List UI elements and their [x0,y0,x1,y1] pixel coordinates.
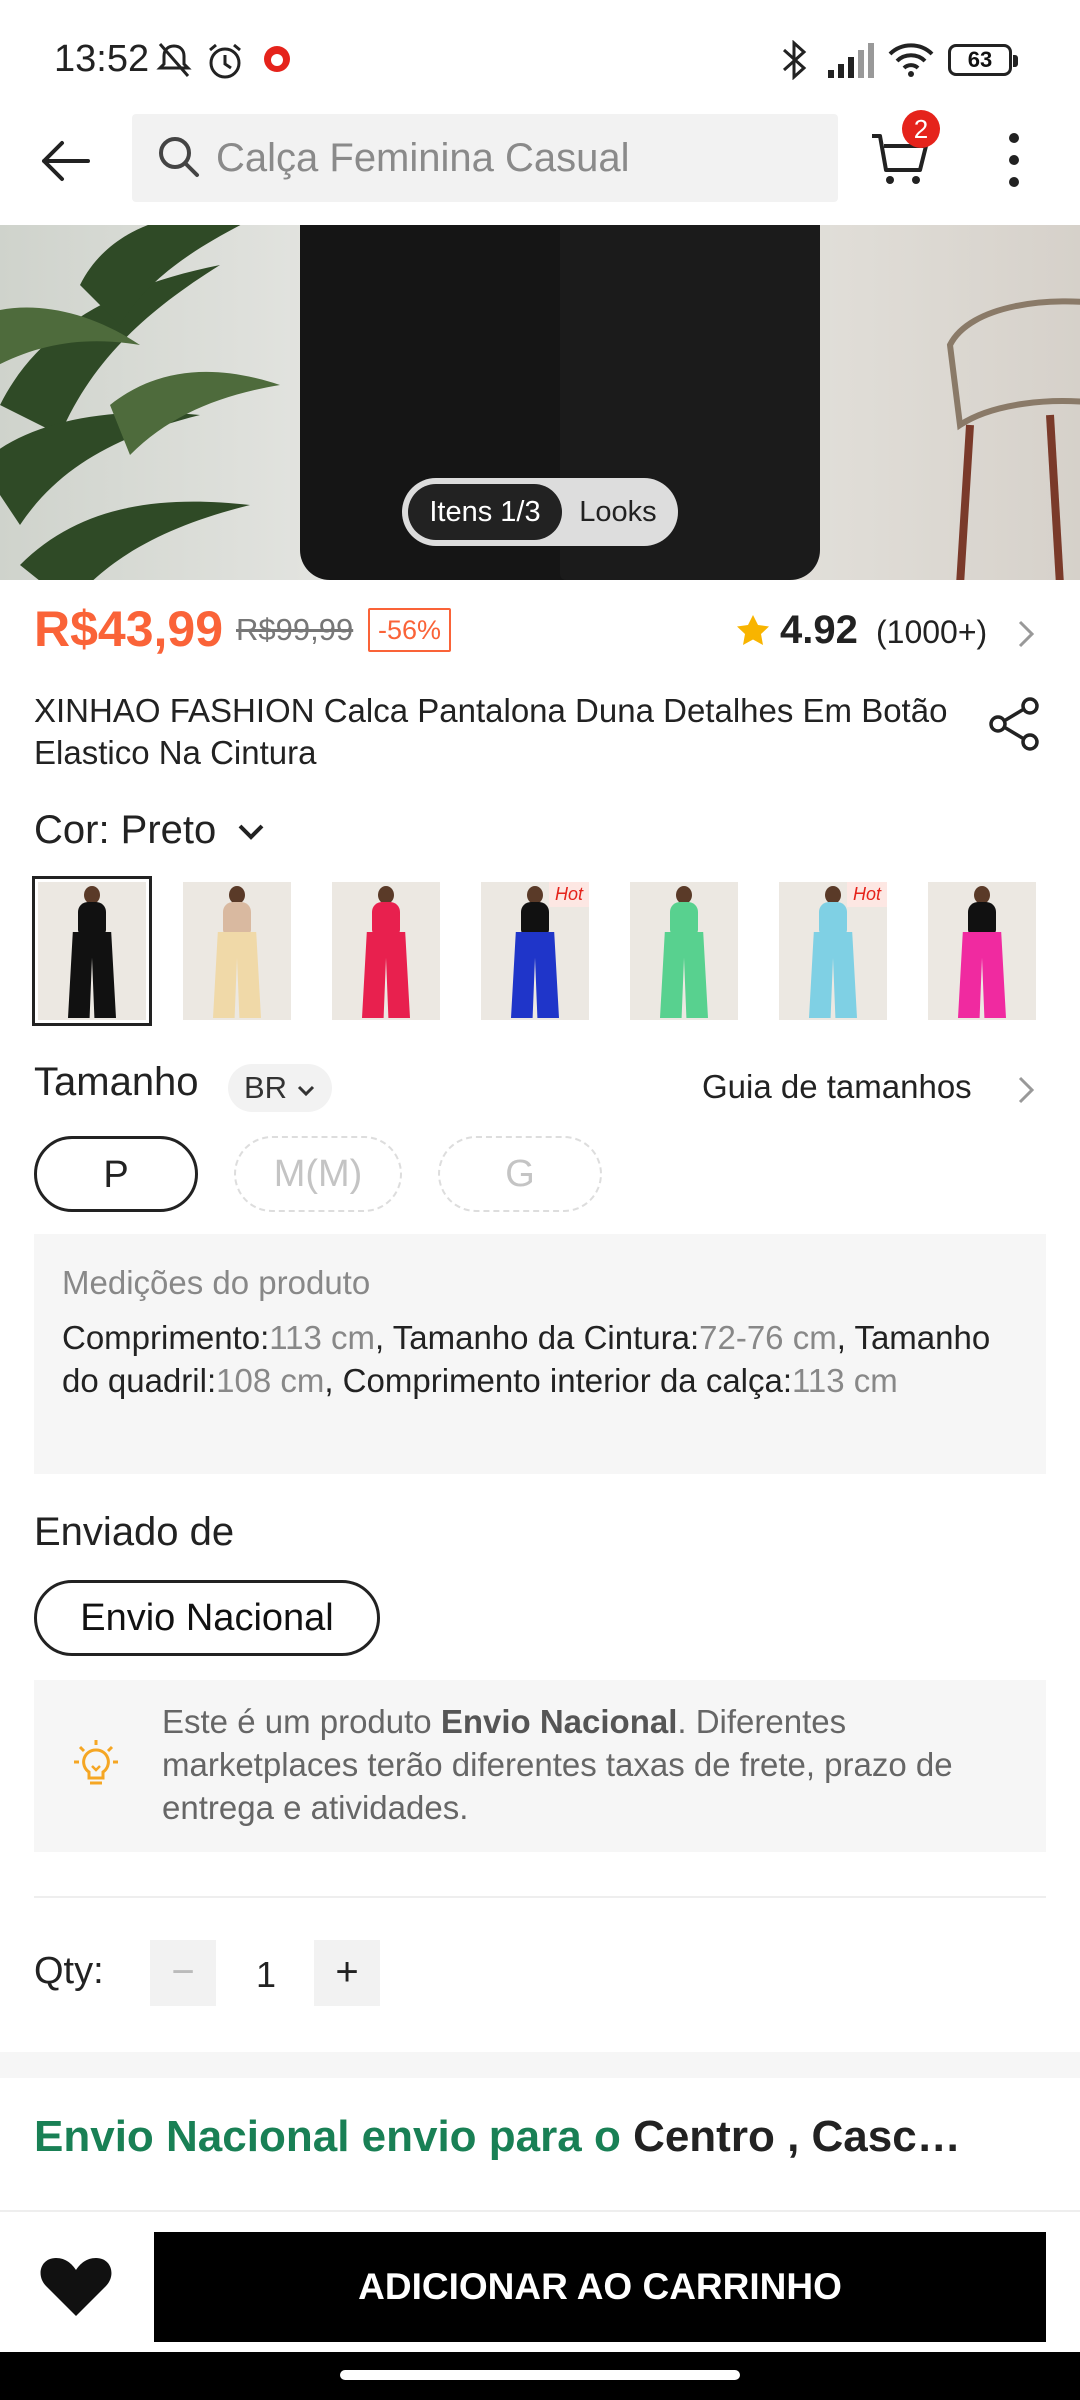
quantity-decrease-button[interactable]: − [150,1940,216,2006]
swatch-figure-pants [213,932,261,1018]
chevron-right-icon[interactable] [1014,1074,1038,1106]
divider [34,1896,1046,1898]
app-notification-icon [264,46,290,72]
swatch-figure-top [223,902,251,934]
shipping-notice: Este é um produto Envio Nacional. Difere… [34,1680,1046,1852]
search-icon [159,137,199,177]
hot-badge: Hot [846,882,887,907]
measure-label: Tamanho da Cintura: [392,1319,700,1356]
swatch-figure-top [521,902,549,934]
color-swatch[interactable] [32,876,152,1026]
hot-badge: Hot [548,882,589,907]
shipping-destination-address: Centro , Casc… [633,2112,961,2161]
rating-count[interactable]: (1000+) [876,614,987,651]
swatch-figure-top [968,902,996,934]
color-swatch[interactable] [630,882,738,1020]
swatch-figure-pants [660,932,708,1018]
color-swatch-list: Hot Hot [32,876,1080,1026]
color-swatch[interactable] [332,882,440,1020]
lightbulb-icon [74,1740,118,1785]
size-option-g[interactable]: G [438,1136,602,1212]
measure-value: 113 cm [792,1362,898,1399]
discount-badge: -56% [368,608,452,652]
swatch-figure-top [78,902,106,934]
product-title: XINHAO FASHION Calca Pantalona Duna Deta… [34,692,948,771]
shipping-destination[interactable]: Envio Nacional envio para o Centro , Cas… [34,2112,961,2162]
more-options-icon[interactable] [996,128,1032,192]
swatch-figure-top [819,902,847,934]
system-nav-bar [0,2352,1080,2400]
back-arrow-icon[interactable] [36,132,94,190]
wifi-icon [888,43,934,77]
quantity-value[interactable]: 1 [236,1954,296,1996]
shipping-destination-green: Envio Nacional envio para o [34,2112,634,2161]
home-gesture-bar[interactable] [340,2370,740,2380]
status-bar: 13:52 63 [0,0,1080,110]
quantity-increase-button[interactable]: + [314,1940,380,2006]
bell-off-icon [156,43,192,77]
measure-value: 108 cm [216,1362,325,1399]
size-region-dropdown[interactable]: BR [228,1064,332,1112]
swatch-figure-pants [958,932,1006,1018]
chevron-down-icon[interactable] [236,822,266,842]
measure-value: 72-76 cm [699,1319,837,1356]
color-swatch[interactable]: Hot [779,882,887,1020]
size-region-value: BR [244,1070,288,1105]
swatch-figure-pants [68,932,116,1018]
swatch-figure-pants [809,932,857,1018]
size-label: Tamanho [34,1060,199,1104]
swatch-figure-top [670,902,698,934]
size-option-p[interactable]: P [34,1136,198,1212]
measure-label: Comprimento interior da calça: [342,1362,793,1399]
tab-items[interactable]: Itens 1/3 [408,484,562,540]
gallery-mode-toggle: Itens 1/3 Looks [402,478,678,546]
section-gap [0,2052,1080,2078]
shipping-option-button[interactable]: Envio Nacional [34,1580,380,1656]
chair-decoration [946,298,1080,580]
size-guide-link[interactable]: Guia de tamanhos [702,1068,972,1106]
swatch-figure-pants [511,932,559,1018]
share-icon[interactable] [984,694,1044,754]
sale-price: R$43,99 [34,601,224,657]
bluetooth-icon [782,40,807,80]
measure-label: Comprimento: [62,1319,270,1356]
search-placeholder: Calça Feminina Casual [216,136,630,180]
bottom-action-bar: ADICIONAR AO CARRINHO [0,2210,1080,2350]
tab-looks[interactable]: Looks [564,484,672,540]
notice-bold: Envio Nacional [440,1703,678,1740]
size-option-m[interactable]: M(M) [234,1136,402,1212]
quantity-label: Qty: [34,1950,104,1992]
original-price: R$99,99 [236,612,354,647]
notice-prefix: Este é um produto [162,1703,441,1740]
measure-value: 113 cm [269,1319,376,1356]
rating-value[interactable]: 4.92 [780,608,858,653]
color-selector-label[interactable]: Cor: Preto [34,808,216,853]
signal-icon [828,43,874,78]
status-time: 13:52 [54,38,150,80]
shipped-from-label: Enviado de [34,1510,235,1554]
swatch-figure-top [372,902,400,934]
swatch-figure-pants [362,932,410,1018]
measurements-heading: Medições do produto [62,1264,371,1301]
color-swatch[interactable] [928,882,1036,1020]
heart-icon[interactable] [38,2254,114,2320]
chevron-down-icon [297,1085,314,1097]
search-input[interactable]: Calça Feminina Casual [132,114,838,202]
chevron-right-icon[interactable] [1014,618,1038,650]
measurements-text: Comprimento:113 cm, Tamanho da Cintura:7… [62,1319,991,1399]
product-measurements: Medições do produto Comprimento:113 cm, … [34,1234,1046,1474]
shipping-notice-text: Este é um produto Envio Nacional. Difere… [162,1700,1032,1829]
color-swatch[interactable] [183,882,291,1020]
cart-badge: 2 [902,110,940,148]
top-nav: Calça Feminina Casual 2 [0,110,1080,225]
star-icon [737,615,769,645]
add-to-cart-button[interactable]: ADICIONAR AO CARRINHO [154,2232,1046,2342]
alarm-icon [209,43,241,79]
battery-indicator: 63 [948,44,1018,76]
color-swatch[interactable]: Hot [481,882,589,1020]
